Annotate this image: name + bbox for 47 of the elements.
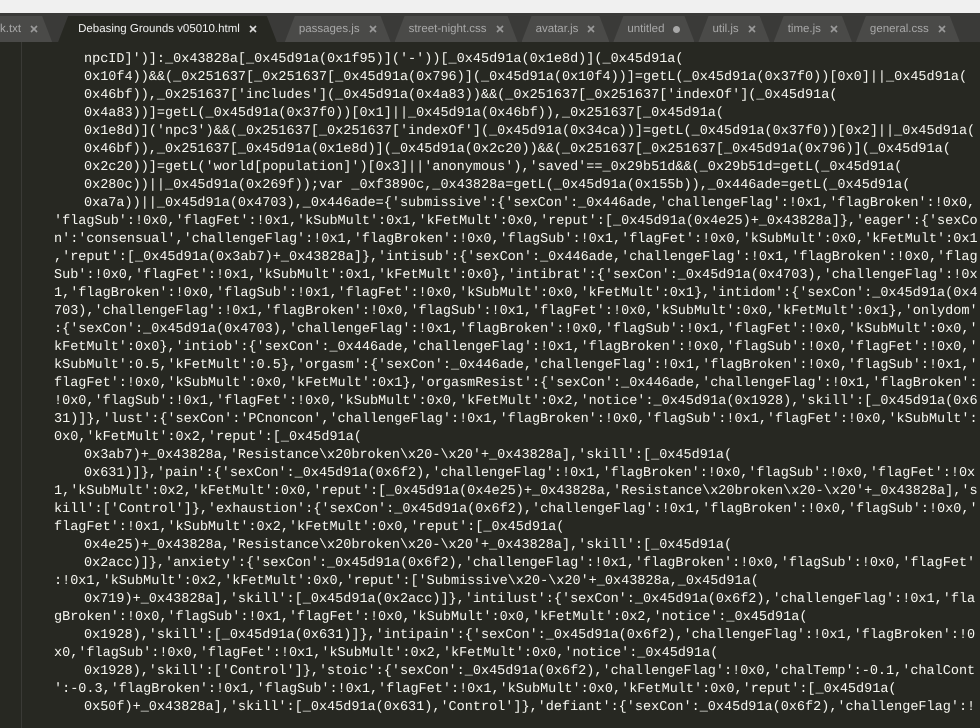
code-line: 0x1928),'skill':['Control']},'stoic':{'sexCon':_0x45d91a(0x6f2),'challengeFlag':!0x0,'chalTemp':-0.1,'chalCont [83,663,976,681]
code-line: kSubMult':0.5,'kFetMult':0.5},'orgasm':{'sexCon':_0x446ade,'challengeFlag':!0x1,'flagBroken':!0x0,'flagSub':!0x1,' [53,357,979,375]
code-line: 0x50f)+_0x43828a],'skill':[_0x45d91a(0x631),'Control']},'defiant':{'sexCon':_0x45d91a(0x6f2),'challengeFlag':! [83,699,976,717]
file-tab[interactable]: untitled [613,16,694,42]
code-line: Sub':!0x0,'flagFet':!0x1,'kSubMult':0x1,'kFetMult':0x0},'intibrat':{'sexCon':_0x45d91a(0x4703),'challengeFlag':!0x [53,267,979,285]
code-line: 0x2acc)]},'anxiety':{'sexCon':_0x45d91a(0x6f2),'challengeFlag':!0x1,'flagBroken':!0x0,'flagSub':!0x0,'flagFet' [83,555,976,573]
code-line: 0xa7a))||_0x45d91a(0x4703),_0x446ade={'submissive':{'sexCon':_0x446ade,'challengeFlag':!0x1,'flagBroken':!0x0, [83,195,976,213]
code-line: 0x4e25)+_0x43828a,'Resistance\x20broken\x20-\x20'+_0x43828a],'skill':[_0x45d91a( [83,537,734,555]
file-tab[interactable]: util.js [698,16,770,42]
code-line: 0x46bf)),_0x251637['includes'](_0x45d91a(0x4a83))&&(_0x251637[_0x251637['indexOf'](_0x45d91a( [83,87,838,105]
code-line: 0x0,'kFetMult':0x2,'reput':[_0x45d91a( [53,429,363,447]
code-line: 31)]},'lust':{'sexCon':'PCnoncon','challengeFlag':!0x1,'flagBroken':!0x0,'flagSub':!0x1,'flagFet':!0x0,'kSubMult': [53,411,979,429]
code-line: ,'reput':[_0x45d91a(0x3ab7)+_0x43828a]},'intisub':{'sexCon':_0x446ade,'challengeFlag':!0x1,'flagBroken':!0x0,'flag [53,249,979,267]
code-line: gBroken':!0x0,'flagSub':!0x1,'flagFet':!0x0,'kSubMult':0x0,'kFetMult':0x2,'notice':_0x45d91a( [53,609,808,627]
code-line: 703),'challengeFlag':!0x1,'flagBroken':!0x0,'flagSub':!0x1,'flagFet':!0x0,'kSubMult':0x0,'kFetMult':0x1},'onlydom' [53,303,979,321]
code-line: :!0x1,'kSubMult':0x2,'kFetMult':0x0,'reput':['Submissive\x20-\x20'+_0x43828a,_0x45d91a( [53,573,760,591]
code-line: 0x631)]},'pain':{'sexCon':_0x45d91a(0x6f2),'challengeFlag':!0x1,'flagBroken':!0x0,'flagSub':!0x0,'flagFet':!0x [83,465,976,483]
code-line: 0x280c))||_0x45d91a(0x269f));var _0xf3890c,_0x43828a=getL(_0x45d91a(0x155b)),_0x446ade=getL(_0x45d91a( [83,177,912,195]
code-line: 1,'kSubMult':0x2,'kFetMult':0x0,'reput':[_0x45d91a(0x4e25)+_0x43828a,'Resistance\x20broken\x20-\x20'+_0x43828a],'s [53,483,979,501]
code-line: 0x10f4))&&(_0x251637[_0x251637[_0x45d91a(0x796)](_0x45d91a(0x10f4))]=getL(_0x45d91a(0x37f0))[0x0]||_0x45d91a( [83,69,968,87]
code-line: 0x2c20))]=getL('world[population]')[0x3]||'anonymous'),'saved'==_0x29b51d&&(_0x29b51d=getL(_0x45d91a( [83,159,904,177]
unsaved-dot-icon [673,26,680,32]
code-line: npcID]')]:_0x43828a[_0x45d91a(0x1f95)]('-'))[_0x45d91a(0x1e8d)](_0x45d91a( [83,51,684,69]
code-line: 'flagSub':!0x0,'flagFet':!0x1,'kSubMult':0x1,'kFetMult':0x0,'reput':[_0x45d91a(0x4e25)+_0x43828a]},'eager':{'sexCo [53,213,979,231]
code-line: flagFet':!0x1,'kSubMult':0x2,'kFetMult':0x0,'reput':[_0x45d91a( [53,519,566,537]
code-line: flagFet':!0x0,'kSubMult':0x0,'kFetMult':0x1},'orgasmResist':{'sexCon':_0x446ade,'challengeFlag':!0x1,'flagBroken': [53,375,979,393]
code-line: kFetMult':0x0},'intiob':{'sexCon':_0x446ade,'challengeFlag':!0x1,'flagBroken':!0x0,'flagSub':!0x0,'flagFet':!0x0,' [53,339,979,357]
code-line: x0,'flagSub':!0x0,'flagFet':!0x1,'kSubMult':0x2,'kFetMult':0x0,'notice':_0x45d91a( [53,645,720,663]
file-tab[interactable]: street-night.css [394,16,518,42]
code-line: 0x46bf)),_0x251637[_0x45d91a(0x1e8d)](_0x45d91a(0x2c20))&&(_0x251637[_0x251637[_0x45d91a(0x796)](_0x45d91a( [83,141,952,159]
code-line: 0x4a83))]=getL(_0x45d91a(0x37f0))[0x1]||_0x45d91a(0x46bf)),_0x251637[_0x45d91a( [83,105,726,123]
code-line: 0x719)+_0x43828a],'skill':[_0x45d91a(0x2acc)]},'intilust':{'sexCon':_0x45d91a(0x6f2),'challengeFlag':!0x1,'fla [83,591,976,609]
file-tab[interactable]: avatar.js [522,16,610,42]
code-line: :{'sexCon':_0x45d91a(0x4703),'challengeFlag':!0x1,'flagBroken':!0x0,'flagSub':!0x1,'flagFet':!0x0,'kSubMult':0x0,' [53,321,979,339]
file-tab[interactable]: passages.js [284,16,391,42]
file-tab[interactable]: Debasing Grounds v05010.html [58,16,277,42]
code-line: 0x1e8d)]('npc3')&&(_0x251637[_0x251637['indexOf'](_0x45d91a(0x34ca))]=getL(_0x45d91a(0x37f0))[0x2]||_0x45d91a( [83,123,976,141]
code-line: 0x1928),'skill':[_0x45d91a(0x631)]},'intipain':{'sexCon':_0x45d91a(0x6f2),'challengeFlag':!0x1,'flagBroken':!0 [83,627,976,645]
code-line: 0x3ab7)+_0x43828a,'Resistance\x20broken\x20-\x20'+_0x43828a],'skill':[_0x45d91a( [83,447,734,465]
code-line: 1,'flagBroken':!0x0,'flagSub':!0x1,'flagFet':!0x0,'kSubMult':0x0,'kFetMult':0x1},'intidom':{'sexCon':_0x45d91a(0x4 [53,285,979,303]
file-tab[interactable]: time.js [774,16,852,42]
code-line: ':-0.3,'flagBroken':!0x1,'flagSub':!0x1,'flagFet':!0x1,'kSubMult':0x0,'kFetMult':0x0,'reput':[_0x45d91a( [53,681,898,699]
code-line: !0x0,'flagSub':!0x1,'flagFet':!0x0,'kSubMult':0x0,'kFetMult':0x2,'notice':_0x45d91a(0x1928),'skill':[_0x45d91a(0x6 [53,393,979,411]
code-line: kill':['Control']},'exhaustion':{'sexCon':_0x45d91a(0x6f2),'challengeFlag':!0x1,'flagBroken':!0x0,'flagSub':!0x0,' [53,501,979,519]
file-tab[interactable]: k.txt [0,16,52,42]
file-tab[interactable]: general.css [856,16,960,42]
code-line: n':'consensual','challengeFlag':!0x1,'flagBroken':!0x0,'flagSub':!0x1,'flagFet':!0x0,'kSubMult':0x0,'kFetMult':0x1 [53,231,979,249]
